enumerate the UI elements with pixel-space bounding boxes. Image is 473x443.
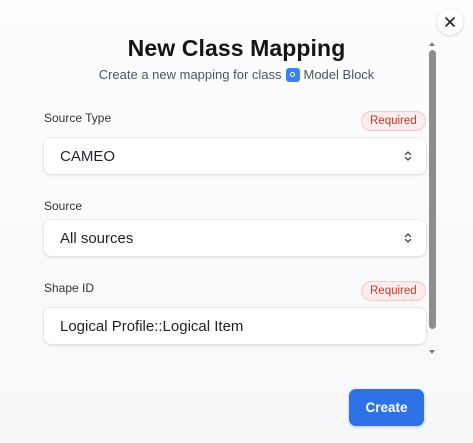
close-icon [445, 17, 455, 27]
source-label: Source [44, 199, 83, 213]
dialog-subtitle: Create a new mapping for class Model Blo… [0, 67, 473, 82]
source-type-select[interactable]: CAMEO [44, 138, 426, 174]
shape-id-input[interactable]: Logical Profile::Logical Item [44, 308, 426, 344]
class-name: Model Block [303, 67, 375, 82]
shape-id-label: Shape ID [44, 281, 95, 295]
chevron-updown-icon [404, 233, 412, 243]
source-value: All sources [60, 229, 134, 247]
shape-id-value: Logical Profile::Logical Item [60, 317, 244, 335]
source-type-required-badge: Required [361, 111, 426, 131]
source-select[interactable]: All sources [44, 220, 426, 256]
scrollbar-thumb[interactable] [429, 50, 436, 329]
source-type-value: CAMEO [60, 147, 116, 165]
subtitle-text: Create a new mapping for class [98, 67, 282, 82]
chevron-updown-icon [404, 151, 412, 161]
scroll-down-arrow[interactable] [428, 348, 436, 356]
class-icon [285, 67, 300, 82]
close-button[interactable] [437, 9, 463, 35]
scroll-up-arrow[interactable] [428, 40, 436, 48]
source-type-label: Source Type [44, 111, 112, 125]
dialog-title: New Class Mapping [127, 35, 346, 61]
shape-id-required-badge: Required [361, 281, 426, 301]
create-button[interactable]: Create [349, 389, 424, 426]
new-class-mapping-dialog: New Class Mapping Create a new mapping f… [0, 0, 473, 443]
